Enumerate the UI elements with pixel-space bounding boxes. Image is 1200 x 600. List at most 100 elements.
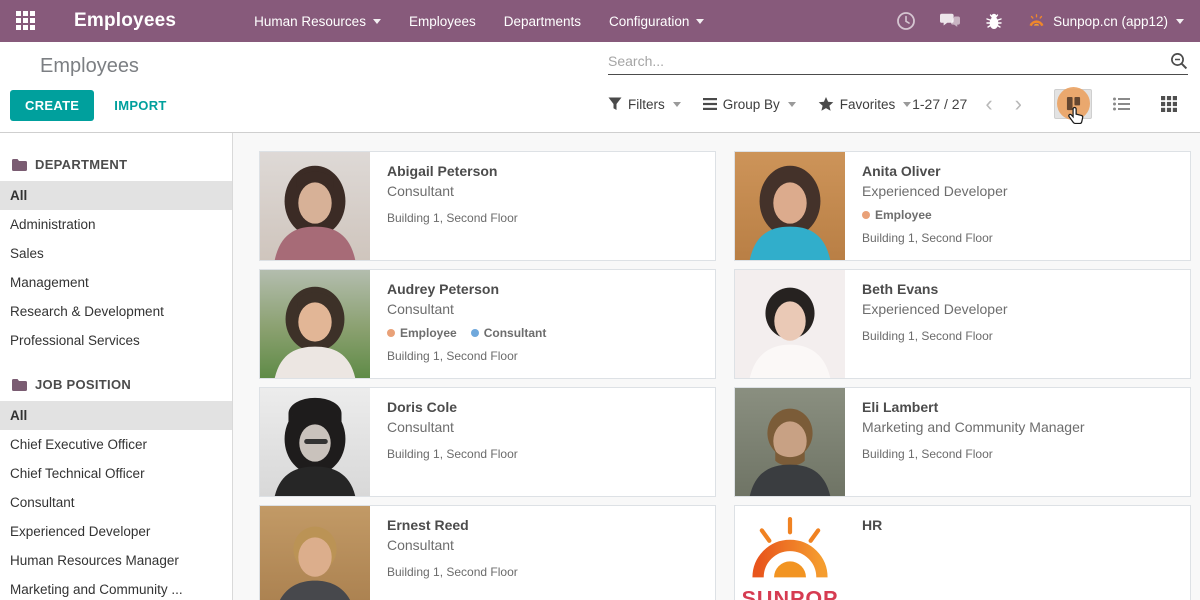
employee-location: Building 1, Second Floor bbox=[862, 329, 1008, 343]
filter-funnel-icon bbox=[608, 97, 622, 111]
department-header: DEPARTMENT bbox=[0, 157, 232, 172]
top-menu-bar: Human Resources Employees Departments Co… bbox=[254, 14, 704, 29]
search-icon[interactable] bbox=[1170, 52, 1188, 70]
chevron-down-icon bbox=[673, 102, 681, 107]
employee-card[interactable]: Beth Evans Experienced Developer Buildin… bbox=[734, 269, 1191, 379]
company-logo-icon bbox=[1028, 14, 1045, 29]
employee-name[interactable]: Anita Oliver bbox=[862, 163, 1008, 179]
folder-icon bbox=[12, 379, 27, 391]
department-item[interactable]: Research & Development bbox=[0, 297, 232, 326]
employee-name[interactable]: Eli Lambert bbox=[862, 399, 1085, 415]
employee-name[interactable]: Beth Evans bbox=[862, 281, 1008, 297]
favorites-label: Favorites bbox=[840, 97, 896, 112]
employee-photo bbox=[260, 506, 370, 600]
group-by-label: Group By bbox=[723, 97, 780, 112]
employee-name[interactable]: Doris Cole bbox=[387, 399, 518, 415]
menu-label: Configuration bbox=[609, 14, 689, 29]
create-button[interactable]: CREATE bbox=[10, 90, 94, 121]
tag-label: Employee bbox=[875, 208, 932, 222]
import-button[interactable]: IMPORT bbox=[114, 98, 166, 113]
job-item[interactable]: Consultant bbox=[0, 488, 232, 517]
employee-photo bbox=[735, 270, 845, 378]
employee-job: Consultant bbox=[387, 183, 518, 199]
tag-employee[interactable]: Employee bbox=[862, 208, 932, 222]
favorites-button[interactable]: Favorites bbox=[818, 97, 912, 112]
menu-employees[interactable]: Employees bbox=[409, 14, 476, 29]
employee-card[interactable]: Anita Oliver Experienced Developer Emplo… bbox=[734, 151, 1191, 261]
job-item[interactable]: Experienced Developer bbox=[0, 517, 232, 546]
tag-label: Employee bbox=[400, 326, 457, 340]
employee-name[interactable]: Abigail Peterson bbox=[387, 163, 518, 179]
pager-next-button[interactable]: › bbox=[1011, 93, 1026, 115]
user-name: Sunpop.cn (app12) bbox=[1053, 14, 1168, 29]
kanban-view-button[interactable] bbox=[1054, 89, 1092, 119]
control-panel: Employees CREATE IMPORT Filters bbox=[0, 42, 1200, 133]
group-by-icon bbox=[703, 98, 717, 110]
menu-label: Human Resources bbox=[254, 14, 366, 29]
department-item-all[interactable]: All bbox=[0, 181, 232, 210]
employee-job: Consultant bbox=[387, 301, 546, 317]
messages-chat-icon[interactable] bbox=[940, 11, 960, 31]
employee-location: Building 1, Second Floor bbox=[387, 447, 518, 461]
kanban-view: Abigail Peterson Consultant Building 1, … bbox=[233, 133, 1200, 600]
debug-bug-icon[interactable] bbox=[984, 11, 1004, 31]
chevron-down-icon bbox=[788, 102, 796, 107]
menu-configuration[interactable]: Configuration bbox=[609, 14, 704, 29]
employee-name[interactable]: HR bbox=[862, 517, 882, 533]
tag-label: Consultant bbox=[484, 326, 547, 340]
job-position-header: JOB POSITION bbox=[0, 377, 232, 392]
employee-photo bbox=[260, 270, 370, 378]
svg-text:SUNPOP: SUNPOP bbox=[742, 586, 839, 600]
filters-label: Filters bbox=[628, 97, 665, 112]
job-item[interactable]: Marketing and Community ... bbox=[0, 575, 232, 600]
employee-name[interactable]: Audrey Peterson bbox=[387, 281, 546, 297]
breadcrumb[interactable]: Employees bbox=[0, 55, 600, 78]
activities-clock-icon[interactable] bbox=[896, 11, 916, 31]
tag-consultant[interactable]: Consultant bbox=[471, 326, 547, 340]
employee-card[interactable]: Eli Lambert Marketing and Community Mana… bbox=[734, 387, 1191, 497]
department-item[interactable]: Sales bbox=[0, 239, 232, 268]
job-item[interactable]: Chief Technical Officer bbox=[0, 459, 232, 488]
department-item[interactable]: Administration bbox=[0, 210, 232, 239]
employee-location: Building 1, Second Floor bbox=[387, 565, 518, 579]
employee-card[interactable]: Doris Cole Consultant Building 1, Second… bbox=[259, 387, 716, 497]
employee-name[interactable]: Ernest Reed bbox=[387, 517, 518, 533]
job-item[interactable]: Human Resources Manager bbox=[0, 546, 232, 575]
employee-card[interactable]: SUNPOP HR bbox=[734, 505, 1191, 600]
employee-card[interactable]: Abigail Peterson Consultant Building 1, … bbox=[259, 151, 716, 261]
employee-card[interactable]: Ernest Reed Consultant Building 1, Secon… bbox=[259, 505, 716, 600]
menu-label: Employees bbox=[409, 14, 476, 29]
tag-employee[interactable]: Employee bbox=[387, 326, 457, 340]
filters-button[interactable]: Filters bbox=[608, 97, 681, 112]
search-input[interactable] bbox=[608, 53, 1170, 69]
apps-menu-icon[interactable] bbox=[16, 11, 36, 31]
list-view-button[interactable] bbox=[1102, 89, 1140, 119]
pager-previous-button[interactable]: ‹ bbox=[981, 93, 996, 115]
department-item[interactable]: Management bbox=[0, 268, 232, 297]
chevron-down-icon bbox=[1176, 19, 1184, 24]
employee-photo bbox=[735, 152, 845, 260]
menu-human-resources[interactable]: Human Resources bbox=[254, 14, 381, 29]
section-title: JOB POSITION bbox=[35, 377, 131, 392]
section-title: DEPARTMENT bbox=[35, 157, 127, 172]
pager-range: 1-27 / 27 bbox=[912, 96, 967, 112]
employee-location: Building 1, Second Floor bbox=[387, 349, 546, 363]
employee-photo bbox=[260, 388, 370, 496]
folder-icon bbox=[12, 159, 27, 171]
chevron-down-icon bbox=[373, 19, 381, 24]
group-by-button[interactable]: Group By bbox=[703, 97, 796, 112]
employee-location: Building 1, Second Floor bbox=[862, 231, 1008, 245]
employee-card[interactable]: Audrey Peterson Consultant Employee Cons… bbox=[259, 269, 716, 379]
employee-photo bbox=[735, 388, 845, 496]
department-logo: SUNPOP bbox=[735, 506, 845, 600]
job-item[interactable]: Chief Executive Officer bbox=[0, 430, 232, 459]
star-icon bbox=[818, 97, 834, 112]
department-item[interactable]: Professional Services bbox=[0, 326, 232, 355]
job-item-all[interactable]: All bbox=[0, 401, 232, 430]
menu-departments[interactable]: Departments bbox=[504, 14, 581, 29]
grid-view-button[interactable] bbox=[1150, 89, 1188, 119]
menu-label: Departments bbox=[504, 14, 581, 29]
search-bar bbox=[608, 52, 1188, 75]
employee-job: Marketing and Community Manager bbox=[862, 419, 1085, 435]
user-menu[interactable]: Sunpop.cn (app12) bbox=[1028, 14, 1184, 29]
